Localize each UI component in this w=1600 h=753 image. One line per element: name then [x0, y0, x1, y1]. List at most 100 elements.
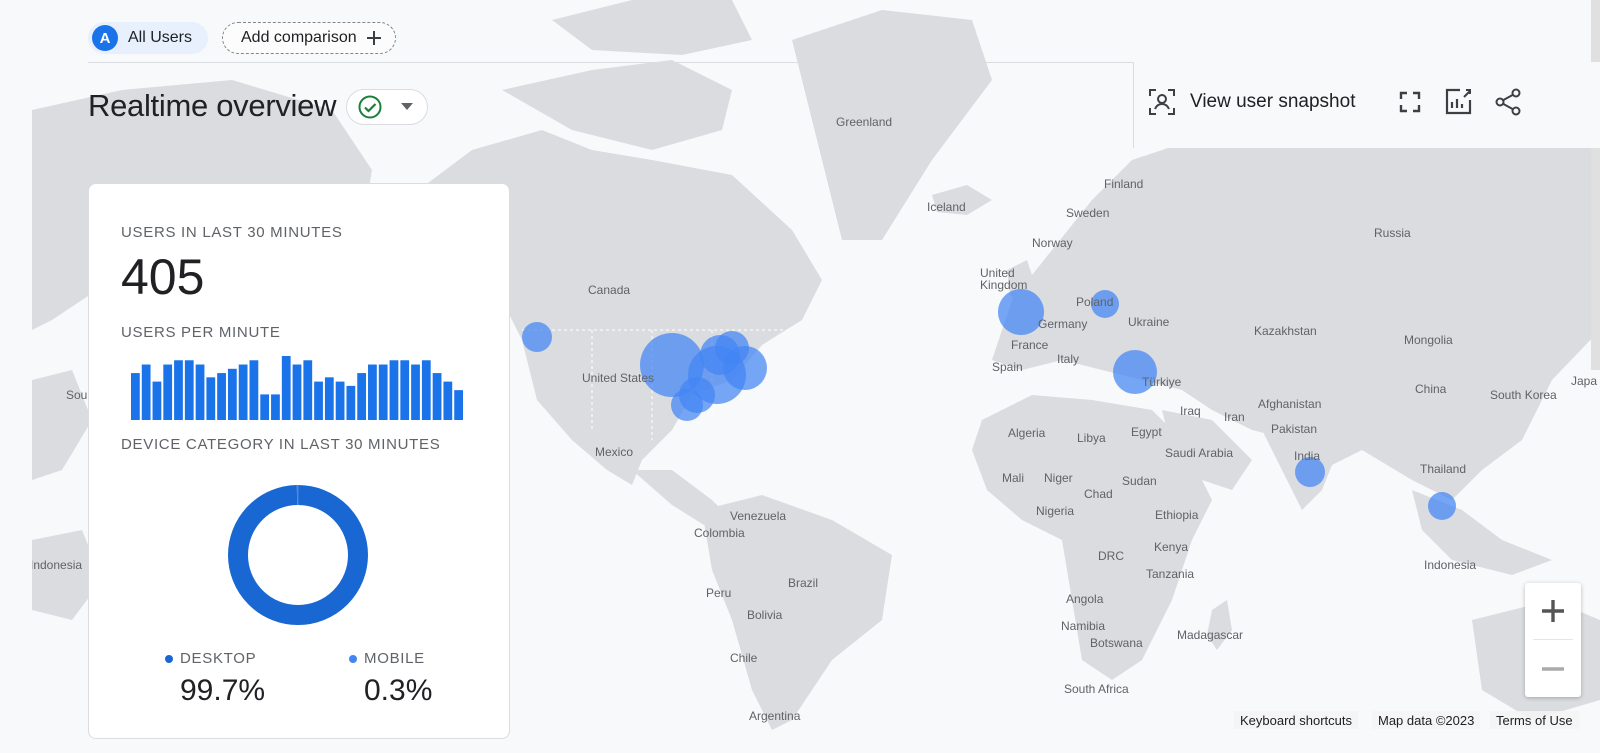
legend-mobile: MOBILE: [349, 650, 425, 667]
map-label: Saudi Arabia: [1165, 446, 1234, 460]
users-per-minute-bar[interactable]: [238, 364, 248, 420]
users-per-minute-bar[interactable]: [163, 364, 173, 420]
map-label: Niger: [1044, 471, 1073, 485]
report-toolbar: View user snapshot: [1133, 62, 1600, 148]
users-per-minute-bar[interactable]: [400, 360, 410, 420]
users-last-30-heading: USERS IN LAST 30 MINUTES: [121, 224, 343, 241]
data-status-dropdown[interactable]: [346, 89, 428, 125]
users-per-minute-bar[interactable]: [324, 377, 334, 420]
share-button[interactable]: [1494, 88, 1522, 116]
users-per-minute-bar[interactable]: [141, 364, 151, 420]
users-per-minute-bar[interactable]: [357, 373, 367, 420]
users-per-minute-bar[interactable]: [389, 360, 399, 420]
page-title: Realtime overview: [88, 88, 337, 123]
users-per-minute-bar[interactable]: [152, 381, 162, 420]
users-per-minute-bar[interactable]: [195, 364, 205, 420]
users-per-minute-bar[interactable]: [454, 390, 463, 420]
user-snapshot-icon: [1149, 89, 1175, 115]
users-per-minute-bar[interactable]: [292, 364, 302, 420]
legend-label-mobile: MOBILE: [364, 650, 425, 667]
users-per-minute-bar[interactable]: [335, 381, 345, 420]
map-label: Poland: [1076, 295, 1114, 309]
customize-report-button[interactable]: [1444, 88, 1472, 116]
map-label: United Kingdom: [980, 266, 1028, 292]
users-per-minute-bar[interactable]: [227, 368, 237, 420]
map-label: Mongolia: [1404, 333, 1453, 347]
users-per-minute-bar[interactable]: [421, 360, 431, 420]
users-per-minute-bar[interactable]: [411, 364, 420, 420]
map-bubble[interactable]: [723, 346, 767, 390]
users-per-minute-bar[interactable]: [271, 394, 280, 420]
map-label: Colombia: [694, 526, 745, 540]
legend-label-desktop: DESKTOP: [180, 650, 257, 667]
keyboard-shortcuts-link[interactable]: Keyboard shortcuts: [1234, 711, 1359, 729]
add-comparison-button[interactable]: Add comparison: [222, 22, 396, 54]
terms-of-use-link[interactable]: Terms of Use: [1490, 711, 1579, 729]
map-label: Argentina: [749, 709, 801, 723]
map-label: Iceland: [927, 200, 966, 214]
users-per-minute-chart[interactable]: [131, 356, 465, 420]
zoom-out-icon: [1542, 667, 1564, 671]
map-label: Venezuela: [730, 509, 787, 523]
map-label: Italy: [1057, 352, 1080, 366]
zoom-in-icon: [1542, 600, 1564, 622]
map-label: Tanzania: [1146, 567, 1195, 581]
map-label: Indonesia: [1424, 558, 1477, 572]
donut-slice-desktop[interactable]: [228, 485, 368, 625]
zoom-out-button[interactable]: [1525, 641, 1581, 697]
scrollbar[interactable]: [1591, 0, 1600, 370]
users-per-minute-bar[interactable]: [314, 381, 323, 420]
users-per-minute-bar[interactable]: [346, 385, 356, 420]
view-user-snapshot-button[interactable]: View user snapshot: [1148, 88, 1355, 116]
map-label: United States: [582, 371, 655, 385]
map-label: Peru: [706, 586, 732, 600]
mobile-percentage: 0.3%: [364, 674, 433, 707]
zoom-divider: [1533, 639, 1573, 640]
legend-dot-mobile: [349, 654, 357, 663]
users-per-minute-bar[interactable]: [131, 373, 140, 420]
plus-icon: [366, 31, 381, 45]
users-per-minute-bar[interactable]: [260, 394, 270, 420]
map-bubble[interactable]: [1428, 492, 1456, 520]
users-per-minute-bar[interactable]: [378, 364, 388, 420]
segment-label: All Users: [128, 29, 193, 46]
map-bubble[interactable]: [522, 322, 552, 352]
users-per-minute-bar[interactable]: [206, 377, 216, 420]
map-label: China: [1415, 382, 1447, 396]
map-label: DRC: [1098, 549, 1124, 563]
map-label: Bolivia: [747, 608, 783, 622]
map-label: Pakistan: [1271, 422, 1318, 436]
legend-dot-desktop: [165, 654, 173, 663]
customize-report-icon: [1445, 88, 1472, 115]
map-label: South Korea: [1490, 388, 1557, 402]
map-label: Angola: [1066, 592, 1104, 606]
map-label: Namibia: [1061, 619, 1106, 633]
map-label: South Africa: [1064, 682, 1129, 696]
users-per-minute-bar[interactable]: [443, 381, 453, 420]
users-last-30-value: 405: [121, 249, 205, 305]
map-label: Libya: [1077, 431, 1106, 445]
fullscreen-button[interactable]: [1396, 88, 1424, 116]
segment-chip-all-users[interactable]: A All Users: [88, 22, 209, 54]
users-per-minute-bar[interactable]: [303, 360, 313, 420]
map-label: Egypt: [1131, 425, 1162, 439]
map-label: Sudan: [1122, 474, 1157, 488]
users-per-minute-bar[interactable]: [249, 360, 259, 420]
segment-avatar: A: [92, 25, 118, 51]
map-label: Algeria: [1008, 426, 1046, 440]
device-category-donut[interactable]: [227, 484, 369, 626]
map-label: Greenland: [836, 115, 893, 129]
zoom-in-button[interactable]: [1525, 583, 1581, 639]
desktop-percentage: 99.7%: [180, 674, 266, 707]
share-icon: [1495, 88, 1521, 116]
users-per-minute-bar[interactable]: [432, 373, 442, 420]
users-per-minute-bar[interactable]: [174, 360, 183, 420]
users-per-minute-bar[interactable]: [184, 360, 194, 420]
users-per-minute-bar[interactable]: [217, 373, 226, 420]
map-bubble[interactable]: [671, 389, 703, 421]
map-label: Iraq: [1180, 404, 1201, 418]
map-zoom-control: [1525, 583, 1581, 697]
users-per-minute-bar[interactable]: [368, 364, 377, 420]
users-per-minute-bar[interactable]: [281, 356, 291, 420]
caret-down-icon: [401, 103, 413, 110]
